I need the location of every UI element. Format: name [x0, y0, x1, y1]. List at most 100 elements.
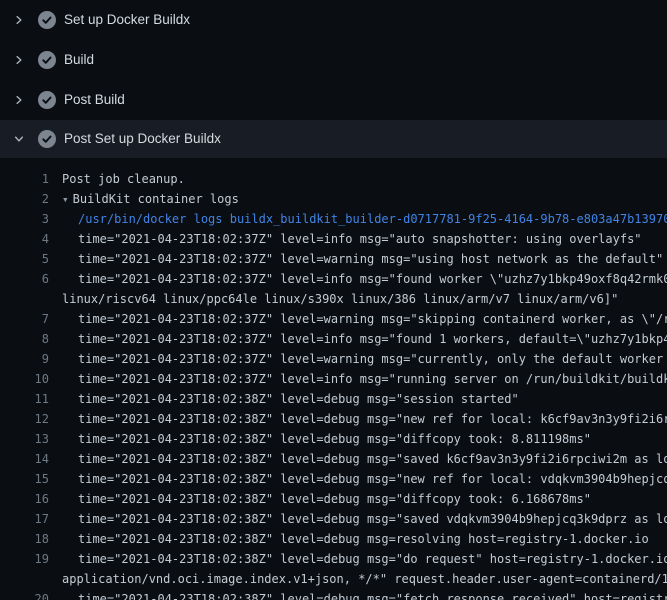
log-line-content: time="2021-04-23T18:02:38Z" level=debug … [49, 472, 667, 486]
log-line: 11 time="2021-04-23T18:02:38Z" level=deb… [0, 389, 667, 409]
chevron-down-icon [13, 133, 25, 145]
log-line-content: time="2021-04-23T18:02:38Z" level=debug … [49, 512, 667, 526]
log-line-content: time="2021-04-23T18:02:37Z" level=info m… [49, 372, 667, 386]
line-number[interactable]: 4 [0, 232, 49, 246]
step-header[interactable]: Build [0, 40, 667, 80]
log-line-content: time="2021-04-23T18:02:38Z" level=debug … [49, 592, 667, 600]
log-line-text: linux/riscv64 linux/ppc64le linux/s390x … [62, 292, 618, 306]
log-line-content: time="2021-04-23T18:02:38Z" level=debug … [49, 492, 591, 506]
log-line-content: time="2021-04-23T18:02:38Z" level=debug … [49, 552, 667, 566]
log-line-content: time="2021-04-23T18:02:37Z" level=info m… [49, 332, 667, 346]
log-line-text: time="2021-04-23T18:02:38Z" level=debug … [78, 552, 667, 566]
log-line-content: /usr/bin/docker logs buildx_buildkit_bui… [49, 212, 667, 226]
log-line: 4 time="2021-04-23T18:02:37Z" level=info… [0, 229, 667, 249]
log-line-text: time="2021-04-23T18:02:38Z" level=debug … [78, 452, 667, 466]
log-line-text: time="2021-04-23T18:02:38Z" level=debug … [78, 412, 667, 426]
log-command-line: 3 /usr/bin/docker logs buildx_buildkit_b… [0, 209, 667, 229]
log-line: 7 time="2021-04-23T18:02:37Z" level=warn… [0, 309, 667, 329]
chevron-right-icon [13, 54, 25, 66]
line-number[interactable]: 14 [0, 452, 49, 466]
log-line: 20 time="2021-04-23T18:02:38Z" level=deb… [0, 589, 667, 600]
line-number[interactable]: 9 [0, 352, 49, 366]
log-line-text: time="2021-04-23T18:02:37Z" level=info m… [78, 372, 667, 386]
check-circle-icon [38, 11, 56, 29]
line-number[interactable]: 8 [0, 332, 49, 346]
log-line: 9 time="2021-04-23T18:02:37Z" level=warn… [0, 349, 667, 369]
line-number[interactable]: 10 [0, 372, 49, 386]
log-line-content: time="2021-04-23T18:02:38Z" level=debug … [49, 412, 667, 426]
check-circle-icon [38, 91, 56, 109]
step-label: Set up Docker Buildx [64, 13, 190, 27]
step-header[interactable]: Post Set up Docker Buildx [0, 120, 667, 158]
log-line-content: time="2021-04-23T18:02:37Z" level=warnin… [49, 252, 663, 266]
chevron-right-icon [13, 94, 25, 106]
line-number[interactable]: 1 [0, 172, 49, 186]
line-number[interactable]: 6 [0, 272, 49, 286]
log-line-content: time="2021-04-23T18:02:38Z" level=debug … [49, 532, 649, 546]
log-line: 15 time="2021-04-23T18:02:38Z" level=deb… [0, 469, 667, 489]
triangle-down-icon: ▾ [62, 193, 69, 206]
line-number[interactable]: 20 [0, 592, 49, 600]
log-line: 17 time="2021-04-23T18:02:38Z" level=deb… [0, 509, 667, 529]
log-line-text: /usr/bin/docker logs buildx_buildkit_bui… [78, 212, 667, 226]
log-area: 1 Post job cleanup. 2 ▾ BuildKit containe… [0, 158, 667, 600]
log-line-text: time="2021-04-23T18:02:37Z" level=info m… [78, 272, 667, 286]
log-line: 18 time="2021-04-23T18:02:38Z" level=deb… [0, 529, 667, 549]
log-line-text: time="2021-04-23T18:02:37Z" level=warnin… [78, 352, 667, 366]
log-line-text: time="2021-04-23T18:02:37Z" level=info m… [78, 232, 642, 246]
log-line: 13 time="2021-04-23T18:02:38Z" level=deb… [0, 429, 667, 449]
log-line-text: time="2021-04-23T18:02:38Z" level=debug … [78, 512, 667, 526]
line-number[interactable]: 3 [0, 212, 49, 226]
log-line-content: time="2021-04-23T18:02:37Z" level=warnin… [49, 352, 667, 366]
log-line: 8 time="2021-04-23T18:02:37Z" level=info… [0, 329, 667, 349]
log-line-text: time="2021-04-23T18:02:38Z" level=debug … [78, 492, 591, 506]
step-header[interactable]: Post Build [0, 80, 667, 120]
check-circle-icon [38, 51, 56, 69]
log-line-text: time="2021-04-23T18:02:37Z" level=warnin… [78, 312, 667, 326]
log-line: 10 time="2021-04-23T18:02:37Z" level=inf… [0, 369, 667, 389]
step-header[interactable]: Set up Docker Buildx [0, 0, 667, 40]
log-line: 6 time="2021-04-23T18:02:37Z" level=info… [0, 269, 667, 289]
log-line-text: time="2021-04-23T18:02:38Z" level=debug … [78, 432, 591, 446]
line-number[interactable]: 17 [0, 512, 49, 526]
log-line: 19 time="2021-04-23T18:02:38Z" level=deb… [0, 549, 667, 569]
line-number[interactable]: 7 [0, 312, 49, 326]
log-line: 1 Post job cleanup. [0, 169, 667, 189]
log-line-content: time="2021-04-23T18:02:37Z" level=info m… [49, 232, 642, 246]
log-line: 2 ▾ BuildKit container logs [0, 189, 667, 209]
log-line-content: Post job cleanup. [49, 172, 185, 186]
log-line-text: time="2021-04-23T18:02:38Z" level=debug … [78, 472, 667, 486]
line-number[interactable]: 5 [0, 252, 49, 266]
log-line-content: time="2021-04-23T18:02:38Z" level=debug … [49, 452, 667, 466]
log-line-content: time="2021-04-23T18:02:37Z" level=warnin… [49, 312, 667, 326]
log-group-toggle[interactable]: ▾ BuildKit container logs [49, 192, 239, 206]
line-number[interactable]: 2 [0, 192, 49, 206]
chevron-right-icon [13, 14, 25, 26]
log-line-text: time="2021-04-23T18:02:37Z" level=info m… [78, 332, 667, 346]
log-line-text: time="2021-04-23T18:02:37Z" level=warnin… [78, 252, 663, 266]
log-line: 12 time="2021-04-23T18:02:38Z" level=deb… [0, 409, 667, 429]
line-number[interactable]: 15 [0, 472, 49, 486]
log-line-content: time="2021-04-23T18:02:38Z" level=debug … [49, 432, 591, 446]
log-line-text: time="2021-04-23T18:02:38Z" level=debug … [78, 392, 519, 406]
check-circle-icon [38, 130, 56, 148]
line-number[interactable]: 12 [0, 412, 49, 426]
log-line: 14 time="2021-04-23T18:02:38Z" level=deb… [0, 449, 667, 469]
line-number[interactable]: 13 [0, 432, 49, 446]
log-line-content: time="2021-04-23T18:02:37Z" level=info m… [49, 272, 667, 286]
actions-log-viewer: Set up Docker Buildx Build Post Build Po… [0, 0, 667, 600]
log-line-text: BuildKit container logs [73, 192, 239, 206]
step-label: Post Set up Docker Buildx [64, 132, 221, 146]
log-line: 16 time="2021-04-23T18:02:38Z" level=deb… [0, 489, 667, 509]
step-label: Post Build [64, 93, 125, 107]
line-number[interactable]: 11 [0, 392, 49, 406]
log-line-text: application/vnd.oci.image.index.v1+json,… [62, 572, 667, 586]
log-line: linux/riscv64 linux/ppc64le linux/s390x … [0, 289, 667, 309]
line-number[interactable]: 19 [0, 552, 49, 566]
log-line-content: linux/riscv64 linux/ppc64le linux/s390x … [49, 292, 618, 306]
log-line: 5 time="2021-04-23T18:02:37Z" level=warn… [0, 249, 667, 269]
log-line-content: time="2021-04-23T18:02:38Z" level=debug … [49, 392, 519, 406]
step-label: Build [64, 53, 94, 67]
line-number[interactable]: 16 [0, 492, 49, 506]
line-number[interactable]: 18 [0, 532, 49, 546]
